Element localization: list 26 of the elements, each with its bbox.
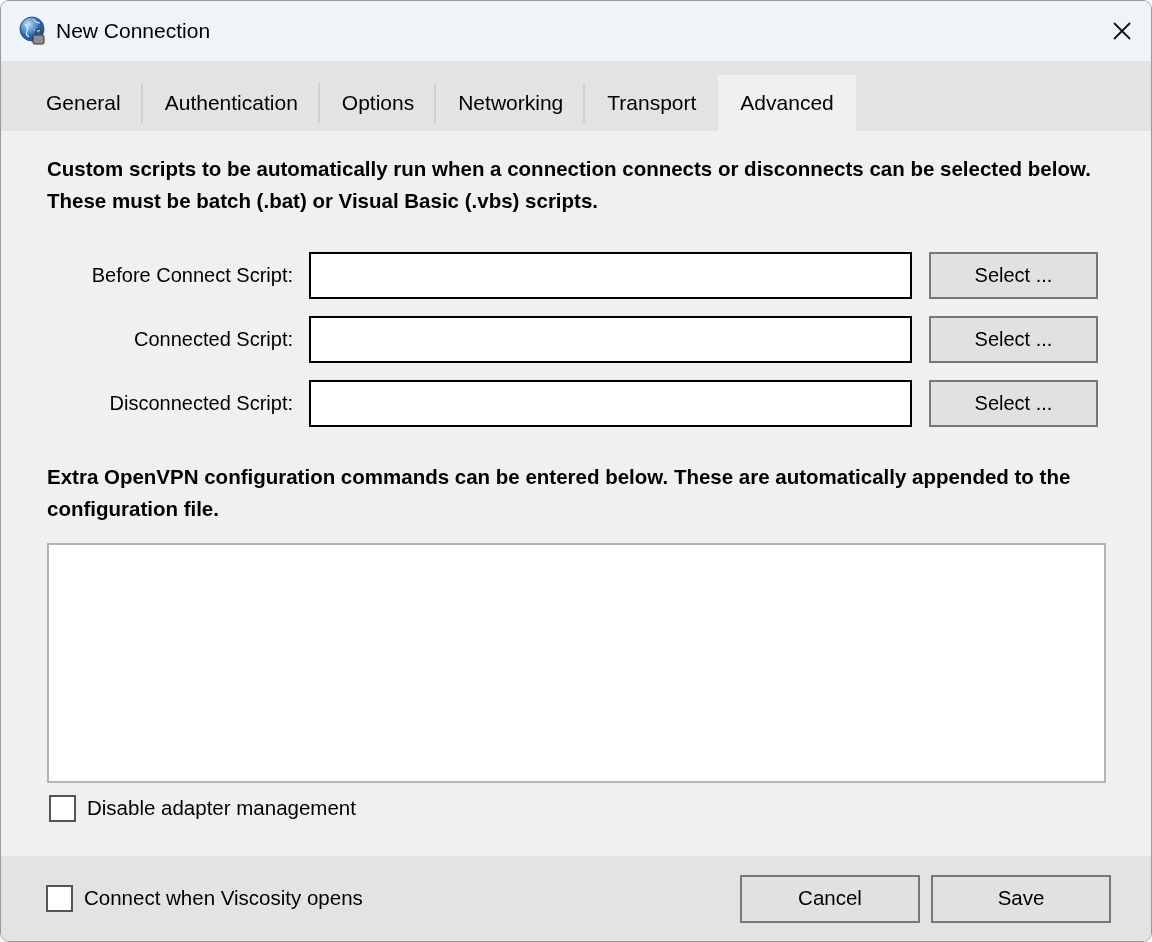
window-title: New Connection <box>56 18 211 45</box>
tab[interactable]: Transport <box>585 75 719 131</box>
instruction-text: Extra OpenVPN configuration commands can be entered below. These are automatically appended to the configuration file. <box>47 464 1072 522</box>
dialog-button[interactable]: Cancel <box>740 874 920 923</box>
script-path-field[interactable] <box>309 379 912 427</box>
select-button[interactable]: Select ... <box>929 251 1098 299</box>
field-label: Before Connect Script: <box>90 263 294 288</box>
close-icon <box>1112 21 1132 41</box>
app-globe-icon <box>18 16 48 46</box>
script-path-field[interactable] <box>309 251 912 299</box>
field-label: Disconnected Script: <box>108 391 294 416</box>
script-path-field[interactable] <box>309 315 912 363</box>
tab[interactable]: Options <box>319 75 437 131</box>
tab[interactable]: Authentication <box>142 75 320 131</box>
checkbox[interactable] <box>46 885 73 912</box>
tab[interactable]: Networking <box>436 75 586 131</box>
select-button[interactable]: Select ... <box>929 379 1098 427</box>
tab[interactable]: Advanced <box>718 75 856 131</box>
field-label: Connected Script: <box>133 327 294 352</box>
instruction-text: Custom scripts to be automatically run when a connection connects or disconnects can be selected below. These must be batch (.bat) or Visual Basic (.vbs) scripts. <box>47 156 1092 214</box>
dialog-button[interactable]: Save <box>931 874 1111 923</box>
checkbox[interactable] <box>49 794 76 822</box>
tab[interactable]: General <box>24 75 143 131</box>
checkbox-label: Disable adapter management <box>87 795 356 821</box>
checkbox-label: Connect when Viscosity opens <box>84 885 363 912</box>
select-button[interactable]: Select ... <box>929 315 1098 363</box>
